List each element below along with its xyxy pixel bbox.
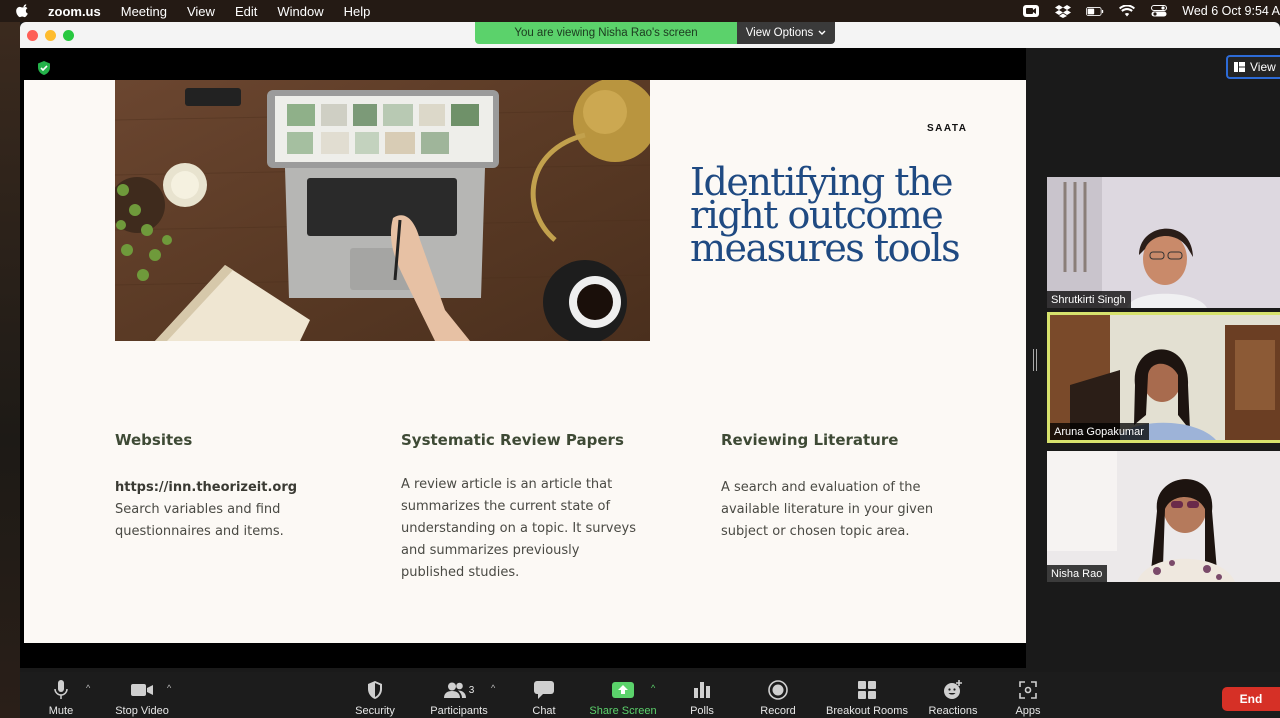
- end-meeting-button[interactable]: End: [1222, 687, 1280, 711]
- video-camera-icon: [131, 684, 153, 696]
- polls-label: Polls: [690, 705, 714, 717]
- reactions-label: Reactions: [928, 705, 978, 717]
- column-body: A search and evaluation of the available…: [721, 480, 934, 539]
- menu-app-zoom[interactable]: zoom.us: [48, 4, 101, 19]
- participant-name-label: Aruna Gopakumar: [1050, 423, 1149, 440]
- security-button[interactable]: Security: [352, 672, 398, 718]
- menu-help[interactable]: Help: [344, 4, 371, 19]
- control-center-icon[interactable]: [1150, 4, 1168, 18]
- share-screen-icon: [612, 682, 634, 698]
- menu-edit[interactable]: Edit: [235, 4, 257, 19]
- slide-column-reviewing-literature: Reviewing Literature A search and evalua…: [721, 431, 961, 543]
- slide-column-systematic-review: Systematic Review Papers A review articl…: [401, 431, 651, 584]
- participants-label: Participants: [430, 705, 488, 717]
- column-heading: Reviewing Literature: [721, 431, 899, 449]
- dropbox-icon[interactable]: [1054, 4, 1072, 18]
- emoji-reaction-icon: [944, 680, 962, 699]
- menubar-clock[interactable]: Wed 6 Oct 9:54 A: [1182, 4, 1280, 18]
- participants-button[interactable]: 3 Participants: [426, 672, 492, 718]
- stop-video-button[interactable]: Stop Video: [110, 672, 174, 718]
- record-icon: [768, 680, 788, 700]
- window-fullscreen-button[interactable]: [63, 30, 74, 41]
- participants-options-caret-icon[interactable]: ^: [491, 683, 495, 693]
- slide-brand-logo: SAATA: [927, 123, 968, 134]
- view-options-label: View Options: [745, 27, 814, 39]
- video-options-caret-icon[interactable]: ^: [167, 683, 171, 693]
- viewing-screen-message: You are viewing Nisha Rao's screen: [475, 22, 737, 44]
- security-label: Security: [355, 705, 395, 717]
- menu-view[interactable]: View: [187, 4, 215, 19]
- view-options-button[interactable]: View Options: [737, 22, 835, 44]
- shared-screen-area: SAATA Identifying the right outcome meas…: [20, 48, 1026, 668]
- chevron-down-icon: [818, 30, 826, 35]
- bar-chart-icon: [694, 682, 710, 698]
- wifi-icon[interactable]: [1118, 4, 1136, 18]
- zoom-status-icon[interactable]: [1022, 4, 1040, 18]
- zoom-meeting-window: You are viewing Nisha Rao's screen View …: [20, 22, 1280, 718]
- gallery-view-button[interactable]: View: [1226, 55, 1280, 79]
- participant-name-label: Nisha Rao: [1047, 565, 1108, 582]
- website-link-text: https://inn.theorizeit.org: [115, 480, 298, 495]
- grid-layout-icon: [1234, 62, 1245, 72]
- breakout-rooms-button[interactable]: Breakout Rooms: [820, 672, 914, 718]
- apps-label: Apps: [1015, 705, 1041, 717]
- panel-resize-handle[interactable]: [1033, 349, 1037, 371]
- participant-video: [1047, 177, 1280, 308]
- stop-video-label: Stop Video: [115, 705, 169, 717]
- battery-icon[interactable]: [1086, 4, 1104, 18]
- share-screen-button[interactable]: Share Screen: [586, 672, 660, 718]
- record-button[interactable]: Record: [756, 672, 800, 718]
- menu-meeting[interactable]: Meeting: [121, 4, 167, 19]
- participant-video-tile-active-speaker[interactable]: Aruna Gopakumar: [1047, 312, 1280, 443]
- window-close-button[interactable]: [27, 30, 38, 41]
- share-screen-label: Share Screen: [589, 705, 657, 717]
- participant-video-tile[interactable]: Shrutkirti Singh: [1047, 177, 1280, 308]
- breakout-rooms-grid-icon: [858, 681, 876, 699]
- chat-button[interactable]: Chat: [524, 672, 564, 718]
- screen-share-banner: You are viewing Nisha Rao's screen View …: [475, 22, 835, 44]
- participant-video: [1047, 451, 1280, 582]
- audio-options-caret-icon[interactable]: ^: [86, 683, 90, 693]
- share-options-caret-icon[interactable]: ^: [651, 683, 655, 693]
- participant-name-label: Shrutkirti Singh: [1047, 291, 1131, 308]
- record-label: Record: [760, 705, 796, 717]
- microphone-icon: [54, 680, 68, 699]
- apps-icon: [1019, 681, 1037, 699]
- desktop-background: [0, 22, 20, 718]
- apps-button[interactable]: Apps: [1008, 672, 1048, 718]
- mute-button[interactable]: Mute: [40, 672, 82, 718]
- mac-menu-bar: zoom.us Meeting View Edit Window Help We…: [0, 0, 1280, 22]
- slide-column-websites: Websites https://inn.theorizeit.org Sear…: [115, 431, 365, 543]
- encryption-shield-icon[interactable]: [36, 60, 52, 76]
- breakout-rooms-label: Breakout Rooms: [826, 705, 908, 717]
- window-minimize-button[interactable]: [45, 30, 56, 41]
- presentation-slide: SAATA Identifying the right outcome meas…: [24, 80, 1026, 643]
- mute-label: Mute: [48, 705, 74, 717]
- participants-icon: [443, 682, 466, 698]
- view-button-label: View: [1250, 60, 1276, 74]
- column-body: Search variables and find questionnaires…: [115, 502, 284, 539]
- reactions-button[interactable]: Reactions: [926, 672, 980, 718]
- menu-window[interactable]: Window: [277, 4, 323, 19]
- chat-label: Chat: [532, 705, 556, 717]
- slide-photo-laptop-desk: [115, 80, 650, 341]
- polls-button[interactable]: Polls: [684, 672, 720, 718]
- participants-count: 3: [468, 684, 475, 696]
- participant-video-tile[interactable]: Nisha Rao: [1047, 451, 1280, 582]
- column-heading: Websites: [115, 431, 193, 449]
- apple-logo-icon[interactable]: [16, 4, 30, 18]
- slide-title: Identifying the right outcome measures t…: [690, 160, 961, 270]
- column-heading: Systematic Review Papers: [401, 431, 624, 449]
- column-body: A review article is an article that summ…: [401, 477, 636, 580]
- shield-icon: [368, 681, 382, 699]
- chat-bubble-icon: [534, 681, 554, 699]
- meeting-controls-toolbar: Mute ^ Stop Video ^ Security 3 Participa…: [20, 672, 1280, 718]
